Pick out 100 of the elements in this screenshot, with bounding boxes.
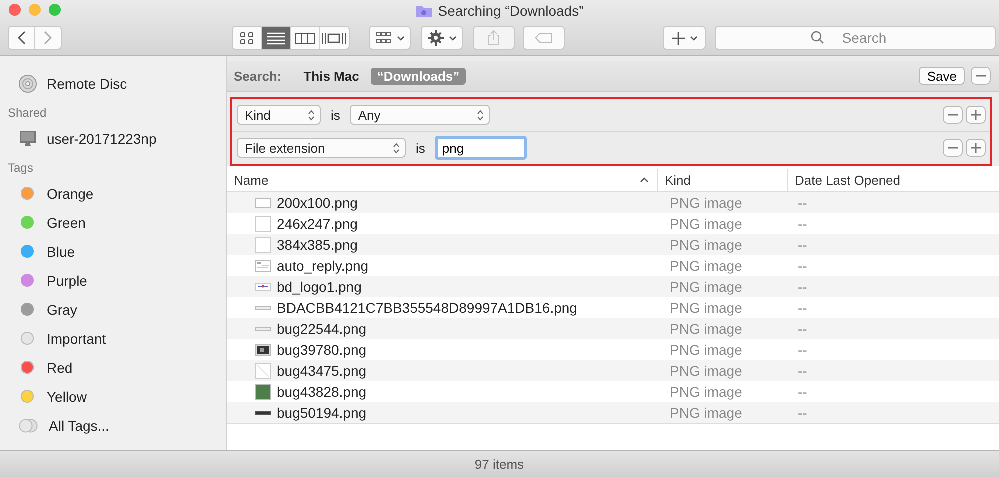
popup-button[interactable]: File extension xyxy=(237,138,406,158)
gallery-icon xyxy=(322,32,347,44)
table-cell: -- xyxy=(798,194,808,210)
file-name[interactable]: bd_logo1.png xyxy=(277,278,362,294)
section-header: Shared xyxy=(7,105,47,122)
view-button[interactable] xyxy=(262,27,291,49)
close-button[interactable] xyxy=(9,4,21,16)
operator-label: is xyxy=(331,108,340,122)
sidebar-item[interactable]: user-20171223np xyxy=(0,124,226,153)
image-thumbnail-icon xyxy=(255,342,271,358)
table-cell: PNG image xyxy=(670,278,742,294)
remove-button[interactable] xyxy=(971,67,991,85)
table-cell: PNG image xyxy=(670,404,742,420)
table-cell: -- xyxy=(798,320,808,336)
table-cell: PNG image xyxy=(670,320,742,336)
value-field[interactable]: png xyxy=(435,136,528,160)
save-button[interactable]: Save xyxy=(919,67,965,85)
file-name[interactable]: bug43828.png xyxy=(277,384,367,400)
table-cell: -- xyxy=(798,278,808,294)
action-button[interactable] xyxy=(421,26,463,50)
plus-icon xyxy=(672,32,684,44)
operator-label: is xyxy=(416,140,426,156)
popup-button[interactable]: Any xyxy=(350,105,490,125)
sidebar-item[interactable]: Red xyxy=(0,353,226,382)
table-cell: -- xyxy=(798,362,808,378)
sidebar-item[interactable]: Remote Disc xyxy=(0,69,226,98)
folder-icon xyxy=(415,4,434,18)
add-button[interactable] xyxy=(966,139,986,157)
image-thumbnail-icon xyxy=(255,384,271,400)
image-thumbnail-icon xyxy=(255,258,271,274)
table-cell: PNG image xyxy=(670,342,742,358)
table-cell: -- xyxy=(798,236,808,252)
grid-icon xyxy=(376,32,392,44)
sidebar-item[interactable]: Yellow xyxy=(0,382,226,411)
remove-button[interactable] xyxy=(943,139,963,157)
sidebar-item[interactable]: All Tags... xyxy=(0,411,226,440)
column-header[interactable]: Date Last Opened xyxy=(788,169,999,191)
item-count: 97 items xyxy=(474,456,524,472)
table-cell: -- xyxy=(798,384,808,400)
tag-icon xyxy=(535,33,553,43)
window-title: Searching “Downloads” xyxy=(438,3,584,19)
sidebar-item[interactable]: Gray xyxy=(0,295,226,324)
sidebar-item[interactable]: Orange xyxy=(0,179,226,208)
sidebar-item[interactable]: Purple xyxy=(0,266,226,295)
image-thumbnail-icon xyxy=(255,216,271,232)
remove-button[interactable] xyxy=(943,106,963,124)
file-name[interactable]: 384x385.png xyxy=(277,236,358,252)
table-cell: PNG image xyxy=(670,362,742,378)
table-cell: PNG image xyxy=(670,300,742,316)
column-header[interactable]: Name xyxy=(227,169,658,191)
updown-icon xyxy=(308,110,315,120)
view-button[interactable] xyxy=(233,27,262,49)
columns-icon xyxy=(295,32,315,44)
image-thumbnail-icon xyxy=(255,362,271,378)
popup-button[interactable]: Kind xyxy=(237,105,321,125)
list-icon xyxy=(267,32,285,44)
table-cell: -- xyxy=(798,300,808,316)
file-name[interactable]: bug22544.png xyxy=(277,320,367,336)
add-button[interactable] xyxy=(966,106,986,124)
search-field[interactable]: Search xyxy=(715,26,996,50)
scope-button[interactable]: This Mac xyxy=(298,68,366,84)
file-name[interactable]: 246x247.png xyxy=(277,216,358,232)
add-button[interactable] xyxy=(663,26,706,50)
table-cell: -- xyxy=(798,216,808,232)
file-name[interactable]: bug50194.png xyxy=(277,404,367,420)
view-button[interactable] xyxy=(320,27,349,49)
file-name[interactable]: bug43475.png xyxy=(277,362,367,378)
table-cell: PNG image xyxy=(670,216,742,232)
view-button[interactable] xyxy=(291,27,320,49)
column-header[interactable]: Kind xyxy=(658,169,788,191)
chevron-left-icon xyxy=(18,31,26,45)
back-button[interactable] xyxy=(9,27,36,49)
file-name[interactable]: bug39780.png xyxy=(277,342,367,358)
updown-icon xyxy=(477,110,484,120)
table-cell: PNG image xyxy=(670,384,742,400)
file-name[interactable]: BDACBB4121C7BB355548D89997A1DB16.png xyxy=(277,300,578,316)
file-name[interactable]: auto_reply.png xyxy=(277,258,369,274)
plus-icon xyxy=(971,143,981,153)
sidebar-item[interactable]: Blue xyxy=(0,237,226,266)
image-thumbnail-icon xyxy=(255,236,271,252)
table-cell: -- xyxy=(798,404,808,420)
settings-icon xyxy=(428,30,444,46)
monitor-icon xyxy=(19,130,37,148)
disc-icon xyxy=(19,74,37,92)
file-name[interactable]: 200x100.png xyxy=(277,194,358,210)
sidebar-item[interactable]: Green xyxy=(0,208,226,237)
caret-icon xyxy=(396,36,404,40)
image-thumbnail-icon xyxy=(255,198,271,208)
chevron-right-icon xyxy=(44,31,52,45)
table-cell: -- xyxy=(798,258,808,274)
image-thumbnail-icon xyxy=(255,282,271,290)
table-cell: PNG image xyxy=(670,258,742,274)
tags-icon xyxy=(19,418,39,432)
search-icon xyxy=(811,31,824,44)
section-header: Tags xyxy=(7,160,34,177)
image-thumbnail-icon xyxy=(255,306,271,310)
table-cell: -- xyxy=(798,342,808,358)
sidebar-item[interactable]: Important xyxy=(0,324,226,353)
caret-icon xyxy=(690,36,698,40)
group-button[interactable] xyxy=(369,26,411,50)
